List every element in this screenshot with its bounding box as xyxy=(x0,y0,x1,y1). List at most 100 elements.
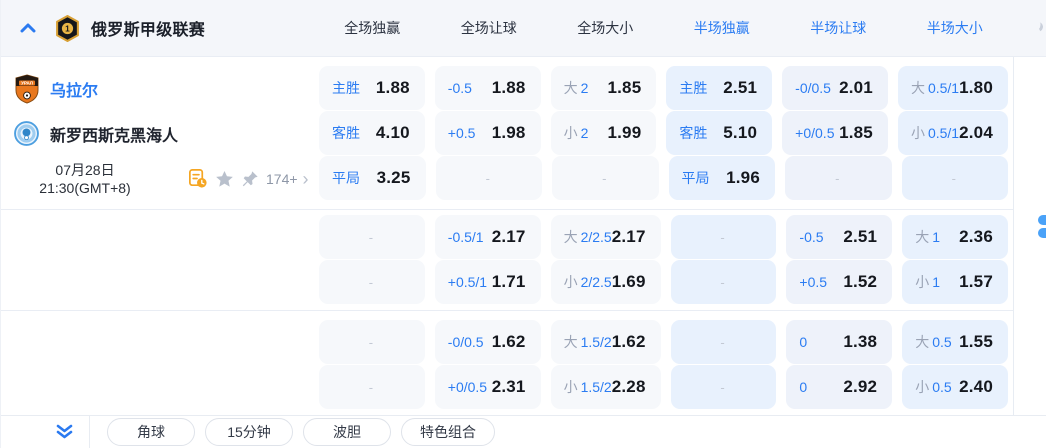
odds-cell[interactable]: -0/0.5 1.62 xyxy=(434,320,541,364)
odds-value: 4.10 xyxy=(375,123,410,142)
odds-label: +0/0.5 xyxy=(447,379,488,395)
odds-cell[interactable]: 小 2 1.99 xyxy=(550,111,657,155)
home-team-name[interactable]: 乌拉尔 xyxy=(50,77,98,101)
market-column-headers: 全场独赢 全场让球 全场大小 半场独赢 半场让球 半场大小 xyxy=(314,0,1013,56)
odds-value: 1.62 xyxy=(611,332,646,351)
section-divider xyxy=(1,209,1017,210)
odds-cell[interactable]: -0.5/1 2.17 xyxy=(434,215,541,259)
market-column-header: 半场独赢 xyxy=(693,20,750,36)
odds-cell[interactable]: 平局 3.25 xyxy=(319,156,426,200)
odds-cell[interactable]: 主胜 2.51 xyxy=(666,66,773,110)
odds-cell[interactable]: +0.5 1.98 xyxy=(434,111,541,155)
odds-label: 0 xyxy=(799,334,808,350)
pin-icon[interactable] xyxy=(241,170,259,188)
odds-value: 1.69 xyxy=(611,272,646,291)
odds-label: +0/0.5 xyxy=(795,125,835,141)
match-time: 21:30(GMT+8) xyxy=(39,179,131,196)
league-header: 1 俄罗斯甲级联赛 全场独赢 全场让球 全场大小 半场独赢 半场让球 半场大小 xyxy=(1,0,1046,57)
expand-more-button[interactable] xyxy=(53,421,75,443)
market-tab-button-2[interactable]: 15分钟 xyxy=(205,418,293,446)
footer-divider xyxy=(89,416,90,448)
odds-cell[interactable]: 客胜 5.10 xyxy=(666,111,773,155)
odds-cell-empty: - xyxy=(319,260,425,304)
dash-placeholder: - xyxy=(368,379,374,395)
odds-value: 1.99 xyxy=(607,123,642,142)
odds-value: 1.88 xyxy=(491,78,526,97)
market-tab-button-1[interactable]: 角球 xyxy=(107,418,195,446)
league-title: 俄罗斯甲级联赛 xyxy=(91,22,206,39)
odds-cell-empty: - xyxy=(319,365,425,409)
odds-cell[interactable]: +0.5/1 1.71 xyxy=(434,260,541,304)
odds-cell-empty: - xyxy=(552,156,659,200)
over-under-prefix: 大 xyxy=(563,80,578,96)
over-under-prefix: 小 xyxy=(915,274,930,290)
odds-value: 1.80 xyxy=(959,78,993,97)
over-under-prefix: 大 xyxy=(563,334,578,350)
odds-cell[interactable]: 主胜 1.88 xyxy=(319,66,425,110)
match-date: 07月28日 xyxy=(55,161,115,178)
odds-cell[interactable]: 客胜 4.10 xyxy=(319,111,425,155)
odds-cell[interactable]: 大 0.5 1.55 xyxy=(902,320,1008,364)
odds-cell[interactable]: 大 1.5/2 1.62 xyxy=(550,320,661,364)
favorite-star-icon[interactable] xyxy=(215,170,234,188)
markets-count[interactable]: 174+ xyxy=(266,171,298,187)
odds-cell[interactable]: 小 1 1.57 xyxy=(902,260,1008,304)
match-meta-icons: 174+ › xyxy=(187,168,309,189)
odds-cell[interactable]: 小 2/2.5 1.69 xyxy=(550,260,661,304)
clipped-floating-button[interactable] xyxy=(1038,215,1046,239)
odds-cell[interactable]: 0 2.92 xyxy=(786,365,893,409)
odds-label: -0.5 xyxy=(447,80,472,96)
odds-cell[interactable]: +0/0.5 1.85 xyxy=(782,111,888,155)
over-under-prefix: 小 xyxy=(563,125,578,141)
odds-label: 大 1.5/2 xyxy=(563,334,612,350)
odds-cell-empty: - xyxy=(901,156,1008,200)
odds-cell[interactable]: 小 0.5/1 2.04 xyxy=(897,111,1008,155)
odds-cell[interactable]: 大 1 2.36 xyxy=(902,215,1008,259)
dash-placeholder: - xyxy=(602,170,607,186)
odds-cell[interactable]: 大 2/2.5 2.17 xyxy=(550,215,661,259)
odds-cell[interactable]: 平局 1.96 xyxy=(668,156,775,200)
over-under-prefix: 大 xyxy=(910,80,925,96)
odds-cell[interactable]: 小 0.5 2.40 xyxy=(902,365,1008,409)
odds-cell[interactable]: 小 1.5/2 2.28 xyxy=(550,365,661,409)
market-tab-button-3[interactable]: 波胆 xyxy=(303,418,391,446)
odds-label: 大 2/2.5 xyxy=(563,229,612,245)
odds-label: +0.5/1 xyxy=(447,274,488,290)
over-under-prefix: 大 xyxy=(563,229,578,245)
chevron-right-icon[interactable]: › xyxy=(303,170,309,188)
odds-cell-empty: - xyxy=(670,215,777,259)
dash-placeholder: - xyxy=(368,229,374,245)
over-under-prefix: 大 xyxy=(915,229,930,245)
odds-row: 平局 3.25 - - 平局 1.96 - - xyxy=(314,156,1013,200)
odds-label: 大1 xyxy=(915,229,940,245)
odds-cell-empty: - xyxy=(670,365,777,409)
away-team-row: 新罗西斯克黑海人 xyxy=(1,111,314,156)
dash-placeholder: - xyxy=(485,170,490,186)
odds-cell[interactable]: -0.5 1.88 xyxy=(434,66,541,110)
home-team-row: УРАЛ 乌拉尔 xyxy=(1,66,314,111)
double-chevron-down-icon xyxy=(56,424,72,439)
home-team-crest-icon: УРАЛ xyxy=(13,73,40,104)
collapse-league-button[interactable] xyxy=(18,18,38,38)
odds-value: 1.96 xyxy=(726,168,760,187)
odds-value: 1.71 xyxy=(491,272,526,291)
odds-cell[interactable]: 大 0.5/1 1.80 xyxy=(897,66,1008,110)
match-meta-row: 07月28日 21:30(GMT+8) 174+ › xyxy=(1,156,314,201)
section-divider xyxy=(1,310,1017,311)
odds-label: 小 2/2.5 xyxy=(563,274,612,290)
match-stats-icon[interactable] xyxy=(187,168,208,189)
odds-value: 5.10 xyxy=(723,123,758,142)
market-tab-button-4[interactable]: 特色组合 xyxy=(401,418,495,446)
market-column-header: 半场让球 xyxy=(810,20,867,36)
odds-cell[interactable]: +0.5 1.52 xyxy=(786,260,893,304)
odds-cell-empty: - xyxy=(785,156,892,200)
odds-cell[interactable]: -0/0.5 2.01 xyxy=(782,66,888,110)
odds-cell[interactable]: 大 2 1.85 xyxy=(550,66,657,110)
market-tabs: 角球 15分钟 波胆 特色组合 xyxy=(107,418,495,446)
dash-placeholder: - xyxy=(951,170,956,186)
dash-placeholder: - xyxy=(720,229,725,245)
odds-cell[interactable]: +0/0.5 2.31 xyxy=(434,365,541,409)
odds-cell[interactable]: 0 1.38 xyxy=(786,320,893,364)
odds-cell[interactable]: -0.5 2.51 xyxy=(786,215,893,259)
odds-cell-empty: - xyxy=(670,260,777,304)
